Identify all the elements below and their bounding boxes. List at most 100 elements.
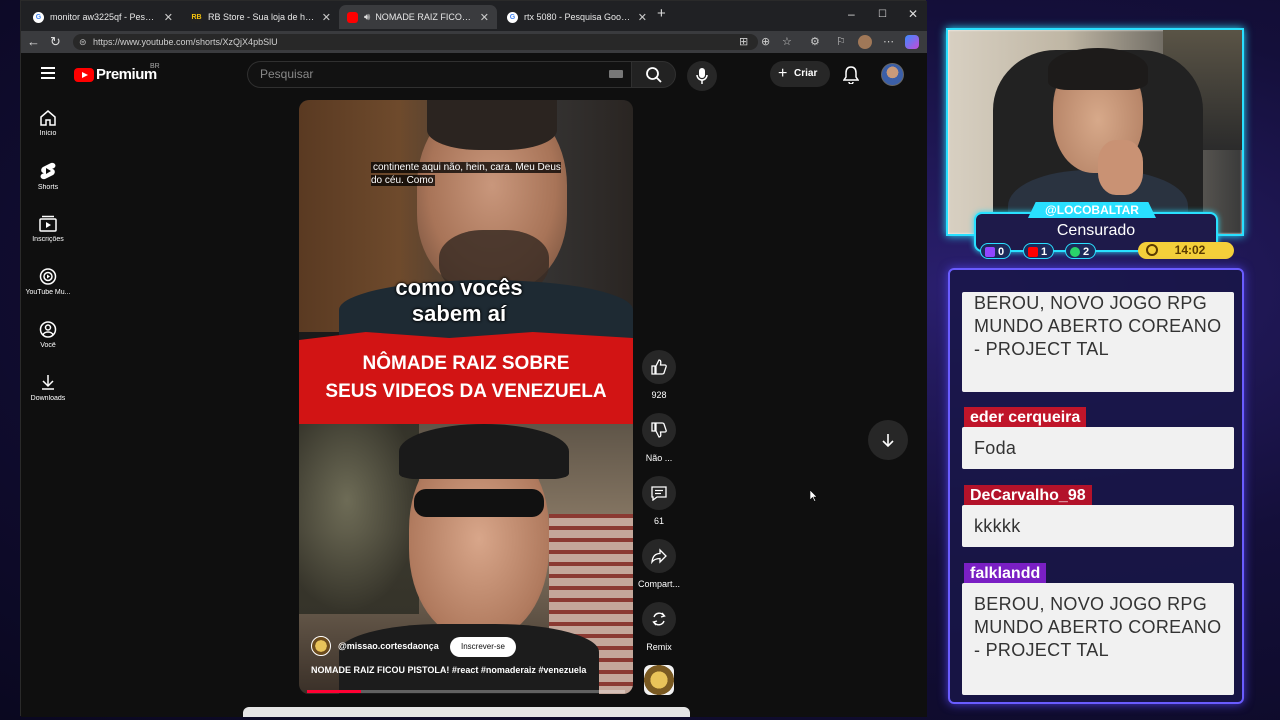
youtube-icon: [347, 11, 358, 23]
thumbs-down-icon: [651, 422, 667, 438]
next-short-button[interactable]: [868, 420, 908, 460]
mouse-cursor-icon: [810, 490, 818, 502]
share-button[interactable]: Compart...: [633, 539, 685, 589]
search-input[interactable]: Pesquisar: [247, 61, 631, 88]
sidebar-item-label: Você: [40, 342, 56, 349]
sidebar-item-home[interactable]: Início: [21, 109, 75, 137]
speaker-cap: [399, 424, 569, 479]
youtube-live-icon: [1028, 247, 1038, 257]
create-button[interactable]: + Criar: [770, 61, 830, 87]
sound-remix-thumbnail[interactable]: [644, 665, 674, 695]
profile-avatar-icon[interactable]: [858, 35, 872, 49]
sidebar-item-downloads[interactable]: Downloads: [21, 374, 75, 402]
url-field[interactable]: ⊜ https://www.youtube.com/shorts/XzQjX4p…: [73, 34, 758, 50]
stream-timer-badge: 14:02: [1138, 242, 1234, 259]
chat-message-text: kkkkk: [962, 505, 1234, 547]
copilot-icon[interactable]: [905, 35, 919, 49]
tab-youtube-short[interactable]: 🔊︎ NOMADE RAIZ FICOU PISTO ✕: [339, 5, 497, 29]
keyboard-icon[interactable]: [609, 70, 623, 78]
streamer-hair: [1048, 48, 1148, 90]
twitch-icon: [985, 247, 995, 257]
remix-icon: [652, 612, 666, 626]
streamer-handle: @LOCOBALTAR: [1028, 202, 1156, 218]
chat-overlay: BEROU, NOVO JOGO RPG MUNDO ABERTO COREAN…: [948, 268, 1244, 704]
subscriptions-icon: [39, 215, 57, 232]
zoom-icon[interactable]: ⊕: [761, 35, 770, 48]
close-tab-icon[interactable]: ✕: [638, 11, 647, 24]
comment-icon: [651, 486, 667, 501]
hamburger-menu-icon[interactable]: [41, 67, 55, 79]
banner-line-2: SEUS VIDEOS DA VENEZUELA: [325, 381, 607, 402]
like-button[interactable]: 928: [633, 350, 685, 400]
video-title-banner: NÔMADE RAIZ SOBRE SEUS VIDEOS DA VENEZUE…: [299, 332, 633, 424]
sidebar-item-shorts[interactable]: Shorts: [21, 162, 75, 191]
you-icon: [39, 321, 57, 338]
auto-subtitle: continente aqui não, hein, cara. Meu Deu…: [371, 162, 561, 186]
chat-message-text: BEROU, NOVO JOGO RPG MUNDO ABERTO COREAN…: [962, 583, 1234, 695]
app-view-icon[interactable]: ⊞: [739, 35, 748, 48]
tab-title: RB Store - Sua loja de hardware: [208, 12, 316, 22]
clock-icon: [1146, 244, 1158, 256]
channel-name[interactable]: @missao.cortesdaonça: [338, 641, 439, 651]
youtube-header: Premium BR Pesquisar + Criar: [21, 53, 927, 95]
remix-button[interactable]: Remix: [633, 602, 685, 652]
tab-title: monitor aw3225qf - Pesquisa Goo: [50, 12, 158, 22]
video-progress-fill: [307, 690, 362, 693]
tab-title: NOMADE RAIZ FICOU PISTO: [375, 12, 473, 22]
youtube-logo[interactable]: Premium: [74, 66, 157, 83]
close-tab-icon[interactable]: ✕: [164, 11, 173, 24]
close-window-button[interactable]: ✕: [908, 7, 918, 21]
banner-line-1: NÔMADE RAIZ SOBRE: [362, 353, 570, 374]
comment-count: 61: [653, 516, 664, 526]
burned-in-caption: como vocês sabem aí: [395, 275, 523, 326]
channel-avatar[interactable]: [311, 636, 331, 656]
comments-button[interactable]: 61: [633, 476, 685, 526]
youtube-count: 1: [1041, 246, 1048, 258]
share-label: Compart...: [637, 579, 680, 589]
speaker-icon[interactable]: 🔊︎: [364, 12, 370, 23]
back-arrow-icon[interactable]: ←: [27, 34, 40, 49]
kick-icon: [1070, 247, 1080, 257]
voice-search-button[interactable]: [687, 61, 717, 91]
kick-viewer-badge: 2: [1065, 243, 1097, 259]
chat-username: DeCarvalho_98: [964, 485, 1092, 507]
sidebar-item-label: Downloads: [30, 395, 66, 402]
twitch-viewer-badge: 0: [980, 243, 1012, 259]
more-menu-icon[interactable]: ⋯: [883, 35, 894, 48]
tab-rtx-search[interactable]: G rtx 5080 - Pesquisa Google ✕: [499, 5, 655, 29]
tab-monitor-search[interactable]: G monitor aw3225qf - Pesquisa Goo ✕: [25, 5, 181, 29]
speaker-shirt: [339, 624, 599, 694]
sidebar-item-subscriptions[interactable]: Inscrições: [21, 215, 75, 243]
chat-message-text: BEROU, NOVO JOGO RPG MUNDO ABERTO COREAN…: [962, 292, 1234, 392]
minimize-button[interactable]: –: [848, 7, 855, 21]
reactor-hair: [427, 100, 557, 150]
youtube-music-icon: [39, 268, 57, 285]
sidebar-item-you[interactable]: Você: [21, 321, 75, 349]
account-avatar[interactable]: [881, 63, 904, 86]
short-video-player[interactable]: continente aqui não, hein, cara. Meu Deu…: [299, 100, 633, 694]
plus-icon: +: [778, 65, 788, 82]
video-progress-bar[interactable]: [307, 690, 625, 693]
channel-info[interactable]: @missao.cortesdaonça: [311, 636, 439, 656]
close-tab-icon[interactable]: ✕: [480, 11, 489, 24]
search-button[interactable]: [631, 61, 676, 88]
sidebar-item-youtube-music[interactable]: YouTube Mu...: [21, 268, 75, 296]
thumbs-up-icon: [651, 359, 667, 375]
close-tab-icon[interactable]: ✕: [322, 11, 331, 24]
dislike-button[interactable]: Não ...: [633, 413, 685, 463]
site-info-icon[interactable]: ⊜: [79, 34, 87, 50]
subscribe-button[interactable]: Inscrever-se: [450, 637, 516, 657]
new-tab-button[interactable]: +: [657, 5, 666, 22]
notifications-bell-icon[interactable]: [843, 66, 859, 84]
tab-rb-store[interactable]: RB RB Store - Sua loja de hardware ✕: [183, 5, 339, 29]
maximize-button[interactable]: ☐: [878, 9, 887, 20]
shorts-icon: [40, 162, 56, 180]
extensions-icon[interactable]: ⚙: [810, 35, 820, 48]
profile-sync-icon[interactable]: ⚐: [836, 35, 846, 48]
search-icon: [646, 67, 662, 83]
favorite-star-icon[interactable]: ☆: [782, 35, 792, 48]
sidebar-item-label: Início: [39, 130, 57, 137]
short-title[interactable]: NOMADE RAIZ FICOU PISTOLA! #react #nomad…: [311, 665, 621, 675]
next-short-preview[interactable]: [243, 707, 690, 717]
reload-icon[interactable]: ↻: [50, 34, 61, 50]
